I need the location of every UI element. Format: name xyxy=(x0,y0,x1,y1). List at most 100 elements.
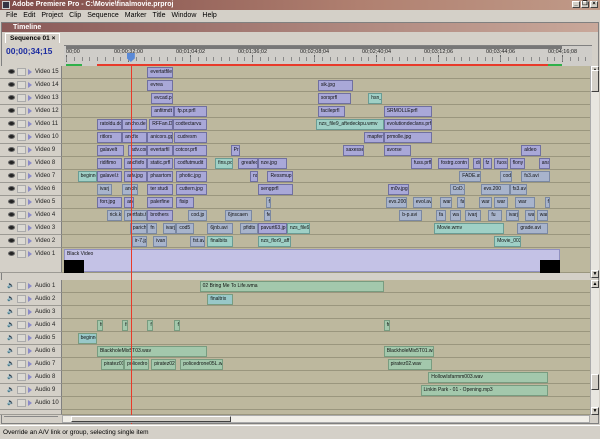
video-clip[interactable]: prmolle.jpg xyxy=(383,132,433,143)
expand-triangle-icon[interactable] xyxy=(28,283,32,289)
expand-triangle-icon[interactable] xyxy=(28,108,32,114)
lock-toggle[interactable] xyxy=(17,360,26,368)
video-clip[interactable]: parichi xyxy=(129,223,148,234)
video-clip[interactable]: saxesse xyxy=(343,145,365,156)
speaker-icon[interactable]: 🔈 xyxy=(7,334,14,342)
video-clip[interactable]: sorsprfl xyxy=(317,93,351,104)
video-clip[interactable]: cod8 xyxy=(499,171,512,182)
video-clip[interactable]: pfidts xyxy=(240,223,258,234)
video-clip[interactable]: cod5 xyxy=(176,223,194,234)
video-clip[interactable]: wa xyxy=(525,210,535,221)
track-content[interactable]: beginng xyxy=(62,332,590,345)
expand-triangle-icon[interactable] xyxy=(28,387,32,393)
video-clip[interactable]: static.prfl xyxy=(147,158,173,169)
video-clip[interactable]: fuosi xyxy=(494,158,508,169)
expand-triangle-icon[interactable] xyxy=(28,361,32,367)
scroll-up-button[interactable]: ▲ xyxy=(591,280,599,288)
video-clip[interactable]: photic.jpg xyxy=(176,171,208,182)
video-clip[interactable]: nzs_flor9_aff xyxy=(257,236,291,247)
video-clip[interactable]: ridifimo xyxy=(96,158,123,169)
video-clip[interactable]: sik.jpg xyxy=(317,80,353,91)
lock-toggle[interactable] xyxy=(17,250,26,258)
video-clip[interactable]: Movie_003 xyxy=(494,236,522,247)
video-clip[interactable]: cuttern.jpg xyxy=(176,184,208,195)
video-clip[interactable]: ivarj xyxy=(465,210,481,221)
track-content[interactable]: anfitmdt fp.pr.prfl facileprfl SRMOLLEprfl xyxy=(62,105,590,118)
track-header[interactable]: Video 13 xyxy=(0,92,62,105)
horizontal-scroll-thumb[interactable] xyxy=(71,416,231,422)
expand-triangle-icon[interactable] xyxy=(28,173,32,179)
lock-toggle[interactable] xyxy=(17,133,26,141)
black-video-clip[interactable]: Black Video xyxy=(64,249,560,272)
video-clip[interactable]: sengprfl xyxy=(257,184,293,195)
menu-file[interactable]: File xyxy=(3,10,20,21)
eye-icon[interactable] xyxy=(8,82,15,87)
zoom-slider[interactable] xyxy=(4,416,58,422)
video-clip[interactable]: wa xyxy=(449,210,462,221)
video-clip[interactable]: evolutiondeclans.prfl xyxy=(383,119,433,130)
audio-clip[interactable]: beginng xyxy=(77,333,97,344)
video-clip[interactable]: ivan xyxy=(153,236,167,247)
expand-triangle-icon[interactable] xyxy=(28,121,32,127)
track-content[interactable]: parichi fn ivarj cod5 6jnb.avi pfidts pavurt63… xyxy=(62,222,590,235)
lock-toggle[interactable] xyxy=(17,321,26,329)
speaker-icon[interactable]: 🔈 xyxy=(7,295,14,303)
track-header[interactable]: 🔈 Audio 5 xyxy=(0,332,62,345)
track-content[interactable]: evcad.pr sorsprfl hsn_0 xyxy=(62,92,590,105)
track-header[interactable]: Video 5 xyxy=(0,196,62,209)
eye-icon[interactable] xyxy=(8,251,15,256)
track-content[interactable]: 02 Bring Me To Life.wma xyxy=(62,280,590,293)
video-clip[interactable]: nze.jpg xyxy=(257,158,287,169)
track-content[interactable]: forr.jpgancl palerfinefisip fr evs.200 evol.… xyxy=(62,196,590,209)
audio-clip[interactable]: fr xyxy=(147,320,154,331)
scroll-down-button[interactable]: ▼ xyxy=(591,270,599,278)
close-button[interactable]: × xyxy=(590,1,598,8)
track-content[interactable]: piratez01 policedro piratez02 policedrone05… xyxy=(62,358,590,371)
speaker-icon[interactable]: 🔈 xyxy=(7,386,14,394)
time-ruler[interactable]: 00;00 00;00;32;00 00;01;04;02 00;01;36;02 00… xyxy=(64,45,592,67)
video-clip[interactable]: phasrtom xyxy=(147,171,173,182)
eye-icon[interactable] xyxy=(8,238,15,243)
video-clip[interactable]: evcad.pr xyxy=(151,93,173,104)
lock-toggle[interactable] xyxy=(17,386,26,394)
audio-clip[interactable]: BlackholeMix5T01.wav xyxy=(383,346,435,357)
track-content[interactable]: beginng galavel.t adv.jpg phasrtom photic.jp… xyxy=(62,170,590,183)
video-clip[interactable]: war xyxy=(536,210,549,221)
eye-icon[interactable] xyxy=(8,212,15,217)
video-clip[interactable]: facileprfl xyxy=(317,106,345,117)
lock-toggle[interactable] xyxy=(17,373,26,381)
expand-triangle-icon[interactable] xyxy=(28,225,32,231)
expand-triangle-icon[interactable] xyxy=(28,322,32,328)
video-clip[interactable]: palerfine xyxy=(147,197,173,208)
video-clip[interactable]: Movie.wmv xyxy=(434,223,504,234)
speaker-icon[interactable]: 🔈 xyxy=(7,282,14,290)
eye-icon[interactable] xyxy=(8,69,15,74)
video-clip[interactable]: fuss.prfl xyxy=(410,158,433,169)
video-clip[interactable]: brothers xyxy=(147,210,173,221)
lock-toggle[interactable] xyxy=(17,399,26,407)
video-clip[interactable]: Ressmup xyxy=(267,171,293,182)
lock-toggle[interactable] xyxy=(17,198,26,206)
lock-toggle[interactable] xyxy=(17,347,26,355)
menu-title[interactable]: Title xyxy=(150,10,169,21)
lock-toggle[interactable] xyxy=(17,81,26,89)
video-clip[interactable]: fs3.avi xyxy=(509,184,528,195)
video-clip[interactable]: evs.200 xyxy=(480,184,510,195)
track-header[interactable]: 🔈 Audio 6 xyxy=(0,345,62,358)
expand-triangle-icon[interactable] xyxy=(28,296,32,302)
audio-clip[interactable]: fr xyxy=(96,320,103,331)
video-clip[interactable]: evol.avi xyxy=(412,197,433,208)
video-clip[interactable]: fr xyxy=(265,197,272,208)
eye-icon[interactable] xyxy=(8,147,15,152)
expand-triangle-icon[interactable] xyxy=(28,95,32,101)
video-clip[interactable]: ratoldu.dc xyxy=(96,119,123,130)
lock-toggle[interactable] xyxy=(17,120,26,128)
video-clip[interactable]: anfitmdt xyxy=(151,106,175,117)
track-content[interactable]: finaltrix xyxy=(62,293,590,306)
video-clip[interactable]: SRMOLLEprfl xyxy=(383,106,433,117)
video-clip[interactable]: ivarj xyxy=(162,223,177,234)
menu-marker[interactable]: Marker xyxy=(122,10,150,21)
track-content[interactable]: rick.k pertfats.t brothers cod.jp 6jnscaen fe… xyxy=(62,209,590,222)
video-clip[interactable]: evs.200 xyxy=(385,197,407,208)
scroll-thumb[interactable] xyxy=(591,374,599,390)
